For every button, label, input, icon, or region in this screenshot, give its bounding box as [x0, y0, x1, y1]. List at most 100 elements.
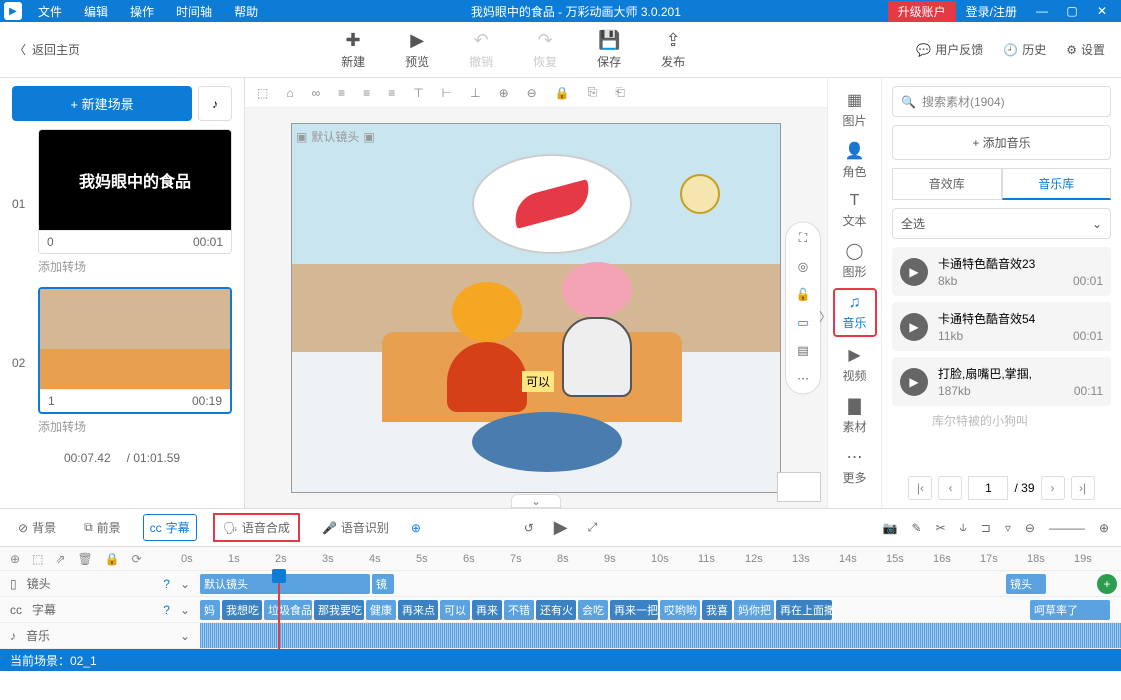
- mini-preview[interactable]: [777, 472, 821, 502]
- align-left-icon[interactable]: ≡: [338, 86, 345, 100]
- menu-help[interactable]: 帮助: [228, 1, 264, 22]
- canvas[interactable]: ▣ 默认镜头 ▣ 可以 ⛶ ◎ 🔓 ▭ ▤ ⋯ 〉 ⌄: [245, 108, 827, 508]
- camera-clip-2[interactable]: 镜: [372, 574, 394, 594]
- rect-icon[interactable]: ▭: [797, 316, 808, 330]
- subtitle-clip[interactable]: 健康: [366, 600, 396, 620]
- subtitle-clip[interactable]: 再来一把: [610, 600, 658, 620]
- zoom-timeline-out-icon[interactable]: ⊖: [1025, 521, 1035, 535]
- cat-character[interactable]: [442, 282, 532, 402]
- caption-text[interactable]: 可以: [522, 371, 554, 392]
- timeline-ruler[interactable]: 0s1s2s3s4s5s6s7s8s9s10s11s12s13s14s15s16…: [181, 553, 1121, 565]
- layers-icon[interactable]: ▤: [797, 344, 808, 358]
- zoom-slider[interactable]: ———: [1049, 521, 1085, 535]
- publish-button[interactable]: ⇪发布: [661, 30, 685, 70]
- chevron-down-icon[interactable]: ⌄: [180, 603, 190, 617]
- subtitle-clip[interactable]: 再来: [472, 600, 502, 620]
- cut-icon[interactable]: ✂: [936, 521, 946, 535]
- music-item[interactable]: ▶ 打脸,扇嘴巴,掌掴,187kb00:11: [892, 357, 1111, 406]
- thought-bubble[interactable]: [472, 154, 632, 254]
- add-transition-1[interactable]: 添加转场: [38, 254, 232, 279]
- redo-button[interactable]: ↷恢复: [533, 30, 557, 70]
- collapse-handle[interactable]: ⌄: [511, 494, 561, 508]
- close-icon[interactable]: ✕: [1087, 0, 1117, 22]
- save-button[interactable]: 💾保存: [597, 30, 621, 70]
- page-prev[interactable]: ‹: [938, 476, 962, 500]
- scene-card-2[interactable]: 100:19: [38, 287, 232, 414]
- delete-icon[interactable]: 🗑: [77, 552, 92, 566]
- refresh-icon[interactable]: ⟳: [132, 552, 142, 566]
- tab-bg[interactable]: ⊘背景: [12, 515, 62, 540]
- search-input[interactable]: 🔍 搜索素材(1904): [892, 86, 1111, 117]
- align-top-icon[interactable]: ⊤: [413, 86, 423, 100]
- track-music-content[interactable]: [200, 623, 1121, 648]
- subtitle-clip[interactable]: 我想吃: [222, 600, 262, 620]
- add-track-icon[interactable]: ⊕: [10, 552, 20, 566]
- cat-shape[interactable]: ◯图形: [833, 237, 877, 284]
- lock-icon[interactable]: 🔒: [555, 86, 570, 100]
- table-prop[interactable]: [472, 412, 622, 472]
- track-camera-content[interactable]: 默认镜头 镜 镜头 +: [200, 571, 1121, 596]
- collapse-right-icon[interactable]: 〉: [819, 308, 831, 325]
- export-icon[interactable]: ⇗: [55, 552, 65, 566]
- select-all-dropdown[interactable]: 全选⌄: [892, 208, 1111, 239]
- subtitle-clip[interactable]: 不错: [504, 600, 534, 620]
- playhead-handle[interactable]: [272, 569, 286, 583]
- paste-icon[interactable]: ⎗: [615, 85, 625, 100]
- music-item[interactable]: ▶ 卡通特色酷音效238kb00:01: [892, 247, 1111, 296]
- help-icon[interactable]: ?: [163, 577, 170, 591]
- zoom-in-icon[interactable]: ⊕: [499, 86, 509, 100]
- tab-asr[interactable]: 🎤语音识别: [316, 515, 395, 540]
- zoom-out-icon[interactable]: ⊖: [527, 86, 537, 100]
- cat-video[interactable]: ▶视频: [833, 341, 877, 388]
- add-camera-clip[interactable]: +: [1097, 574, 1117, 594]
- menu-timeline[interactable]: 时间轴: [170, 1, 218, 22]
- waveform[interactable]: [200, 623, 1121, 648]
- clock-prop[interactable]: [680, 174, 720, 214]
- camera-clip-3[interactable]: 镜头: [1006, 574, 1046, 594]
- new-scene-button[interactable]: + 新建场景: [12, 86, 192, 121]
- cat-material[interactable]: ▇素材: [833, 392, 877, 439]
- cat-role[interactable]: 👤角色: [833, 137, 877, 184]
- subtitle-clip[interactable]: 再来点: [398, 600, 438, 620]
- subtitle-clip[interactable]: 可以: [440, 600, 470, 620]
- history-button[interactable]: 🕘历史: [1003, 41, 1046, 58]
- subtitle-clip[interactable]: 我喜: [702, 600, 732, 620]
- tab-sfx[interactable]: 音效库: [892, 168, 1002, 200]
- subtitle-clip[interactable]: 呵草率了: [1030, 600, 1110, 620]
- edit-icon[interactable]: ✎: [912, 521, 922, 535]
- lock-track-icon[interactable]: 🔒: [105, 552, 120, 566]
- subtitle-clip[interactable]: 那我要吃: [314, 600, 364, 620]
- subtitle-clip[interactable]: 妈: [200, 600, 220, 620]
- music-item[interactable]: ▶ 卡通特色酷音效5411kb00:01: [892, 302, 1111, 351]
- tab-music[interactable]: 音乐库: [1002, 168, 1112, 200]
- cat-image[interactable]: ▦图片: [833, 86, 877, 133]
- login-button[interactable]: 登录/注册: [956, 1, 1027, 22]
- subtitle-clip[interactable]: 还有火: [536, 600, 576, 620]
- subtitle-clip[interactable]: 哎哟哟: [660, 600, 700, 620]
- filter-icon[interactable]: ⫝: [960, 520, 967, 535]
- import-icon[interactable]: ⬚: [32, 552, 43, 566]
- back-home-button[interactable]: 〈 返回主页: [0, 41, 110, 58]
- page-next[interactable]: ›: [1041, 476, 1065, 500]
- feedback-button[interactable]: 💬用户反馈: [916, 41, 983, 58]
- more-icon[interactable]: ⋯: [797, 372, 809, 386]
- page-last[interactable]: ›|: [1071, 476, 1095, 500]
- stage[interactable]: ▣ 默认镜头 ▣ 可以: [291, 123, 781, 493]
- camera-icon[interactable]: 📷: [883, 521, 898, 535]
- align-center-icon[interactable]: ≡: [363, 86, 370, 100]
- tab-fg[interactable]: ⧉前景: [78, 515, 127, 540]
- select-icon[interactable]: ⬚: [257, 86, 268, 100]
- play-button[interactable]: ▶: [900, 258, 928, 286]
- scene-music-toggle[interactable]: ♪: [198, 86, 232, 121]
- grandma-character[interactable]: [552, 262, 642, 402]
- new-button[interactable]: ✚新建: [341, 30, 365, 70]
- cat-music[interactable]: ♫音乐: [833, 288, 877, 337]
- menu-action[interactable]: 操作: [124, 1, 160, 22]
- scene-card-1[interactable]: 我妈眼中的食品 000:01: [38, 129, 232, 254]
- tab-tts[interactable]: 🗣语音合成: [213, 513, 300, 542]
- align-right-icon[interactable]: ≡: [388, 86, 395, 100]
- copy-icon[interactable]: ⎘: [588, 85, 598, 100]
- subtitle-clip[interactable]: 会吃: [578, 600, 608, 620]
- cat-text[interactable]: T文本: [833, 188, 877, 233]
- align-bottom-icon[interactable]: ⊥: [470, 86, 480, 100]
